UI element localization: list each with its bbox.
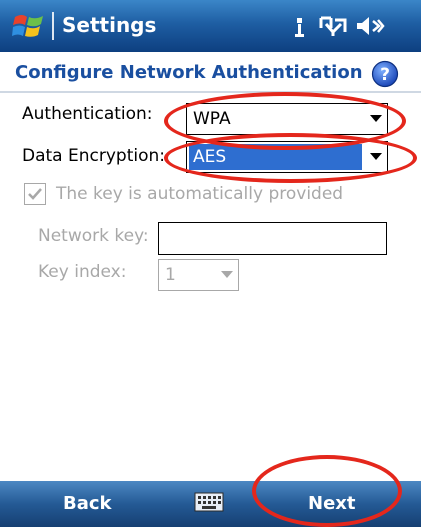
next-softkey[interactable]: Next <box>308 493 356 514</box>
auto-key-label: The key is automatically provided <box>56 184 344 204</box>
title-bar: Settings <box>0 0 421 52</box>
authentication-select[interactable]: WPA <box>186 103 388 135</box>
back-softkey[interactable]: Back <box>63 493 112 514</box>
svg-text:?: ? <box>380 65 390 85</box>
data-encryption-label: Data Encryption: <box>22 146 165 166</box>
auto-key-checkbox[interactable] <box>24 183 46 205</box>
header-divider <box>0 91 421 93</box>
authentication-value: WPA <box>193 109 231 129</box>
chevron-down-icon[interactable] <box>216 260 238 290</box>
key-index-label: Key index: <box>38 262 127 282</box>
softkey-bar: Back Next <box>0 481 421 527</box>
data-encryption-value: AES <box>193 147 227 167</box>
connectivity-icon[interactable] <box>318 12 348 40</box>
key-index-select[interactable]: 1 <box>158 259 239 291</box>
windows-start-icon[interactable] <box>12 10 46 42</box>
key-index-value: 1 <box>165 265 176 285</box>
help-icon[interactable]: ? <box>371 60 399 88</box>
chevron-down-icon[interactable] <box>365 142 387 172</box>
app-title: Settings <box>62 13 157 37</box>
data-encryption-select[interactable]: AES <box>186 141 388 173</box>
checkmark-icon <box>28 188 42 200</box>
title-separator <box>52 12 54 40</box>
chevron-down-icon[interactable] <box>365 104 387 134</box>
signal-antenna-icon[interactable] <box>292 12 308 40</box>
network-key-label: Network key: <box>38 226 149 246</box>
network-key-input[interactable] <box>158 222 387 255</box>
keyboard-icon[interactable] <box>194 491 224 513</box>
speaker-icon[interactable] <box>355 12 385 40</box>
authentication-label: Authentication: <box>22 104 153 124</box>
page-title: Configure Network Authentication <box>15 62 363 83</box>
